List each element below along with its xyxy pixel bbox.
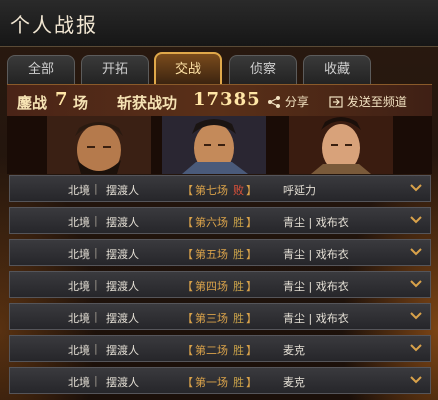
share-label: 分享 [284,95,309,109]
row-region: 北境 [68,376,90,389]
row-result: 胜 [233,312,244,325]
battle-row[interactable]: 北境 | 摆渡人 【 第四场 胜 】 青尘 | 戏布衣 [9,271,431,298]
row-opponent: 青尘 | 戏布衣 [283,312,349,325]
hero-portrait-1 [47,116,151,174]
row-result: 败 [233,184,244,197]
row-result: 胜 [233,376,244,389]
page-title: 个人战报 [10,13,98,37]
chevron-down-icon[interactable] [410,214,422,226]
tab-favorites[interactable]: 收藏 [303,55,371,84]
battles-label: 鏖战 [17,94,48,112]
battle-row[interactable]: 北境 | 摆渡人 【 第一场 胜 】 麦克 [9,367,431,394]
merit-value: 17385 [193,89,261,110]
row-result: 胜 [233,216,244,229]
chevron-down-icon[interactable] [410,342,422,354]
chevron-down-icon[interactable] [410,182,422,194]
chevron-down-icon[interactable] [410,310,422,322]
row-opponent: 呼延力 [283,184,316,197]
row-player: 摆渡人 [106,344,139,357]
row-region: 北境 [68,344,90,357]
battle-row[interactable]: 北境 | 摆渡人 【 第二场 胜 】 麦克 [9,335,431,362]
row-opponent: 青尘 | 戏布衣 [283,280,349,293]
send-label: 发送至频道 [346,95,407,109]
battle-row[interactable]: 北境 | 摆渡人 【 第六场 胜 】 青尘 | 戏布衣 [9,207,431,234]
row-result: 胜 [233,248,244,261]
row-player: 摆渡人 [106,216,139,229]
header-bar: 个人战报 [0,0,438,47]
row-region: 北境 [68,216,90,229]
row-region: 北境 [68,248,90,261]
chevron-down-icon[interactable] [410,278,422,290]
battles-count: 7 [55,89,69,110]
row-round: 第三场 [195,312,228,325]
send-to-channel-button[interactable]: 发送至频道 [329,93,407,110]
merit-label: 斩获战功 [117,94,178,112]
row-round: 第一场 [195,376,228,389]
chevron-down-icon[interactable] [410,246,422,258]
row-player: 摆渡人 [106,280,139,293]
tab-battle[interactable]: 交战 [154,52,222,84]
hero-portrait-3 [289,116,393,174]
chevron-down-icon[interactable] [410,374,422,386]
row-result: 胜 [233,280,244,293]
row-round: 第四场 [195,280,228,293]
row-region: 北境 [68,312,90,325]
battle-row[interactable]: 北境 | 摆渡人 【 第七场 败 】 呼延力 [9,175,431,202]
share-icon [268,96,280,108]
row-opponent: 麦克 [283,376,305,389]
row-round: 第五场 [195,248,228,261]
row-player: 摆渡人 [106,184,139,197]
row-round: 第二场 [195,344,228,357]
battle-row[interactable]: 北境 | 摆渡人 【 第三场 胜 】 青尘 | 戏布衣 [9,303,431,330]
tab-all[interactable]: 全部 [7,55,75,84]
row-result: 胜 [233,344,244,357]
share-button[interactable]: 分享 [267,93,309,110]
hero-portrait-2 [162,116,266,174]
row-player: 摆渡人 [106,248,139,261]
battle-row[interactable]: 北境 | 摆渡人 【 第五场 胜 】 青尘 | 戏布衣 [9,239,431,266]
battle-summary: 鏖战 7 场 斩获战功 17385 分享 发送至频道 [7,84,432,118]
send-icon [329,96,343,108]
hero-portraits [7,116,432,174]
tab-bar: 全部 开拓 交战 侦察 收藏 [0,52,438,84]
row-opponent: 青尘 | 戏布衣 [283,216,349,229]
tab-explore[interactable]: 开拓 [81,55,149,84]
row-round: 第七场 [195,184,228,197]
row-region: 北境 [68,184,90,197]
battles-unit: 场 [73,94,89,112]
row-round: 第六场 [195,216,228,229]
row-opponent: 麦克 [283,344,305,357]
row-region: 北境 [68,280,90,293]
row-opponent: 青尘 | 戏布衣 [283,248,349,261]
row-player: 摆渡人 [106,312,139,325]
tab-scout[interactable]: 侦察 [229,55,297,84]
row-player: 摆渡人 [106,376,139,389]
